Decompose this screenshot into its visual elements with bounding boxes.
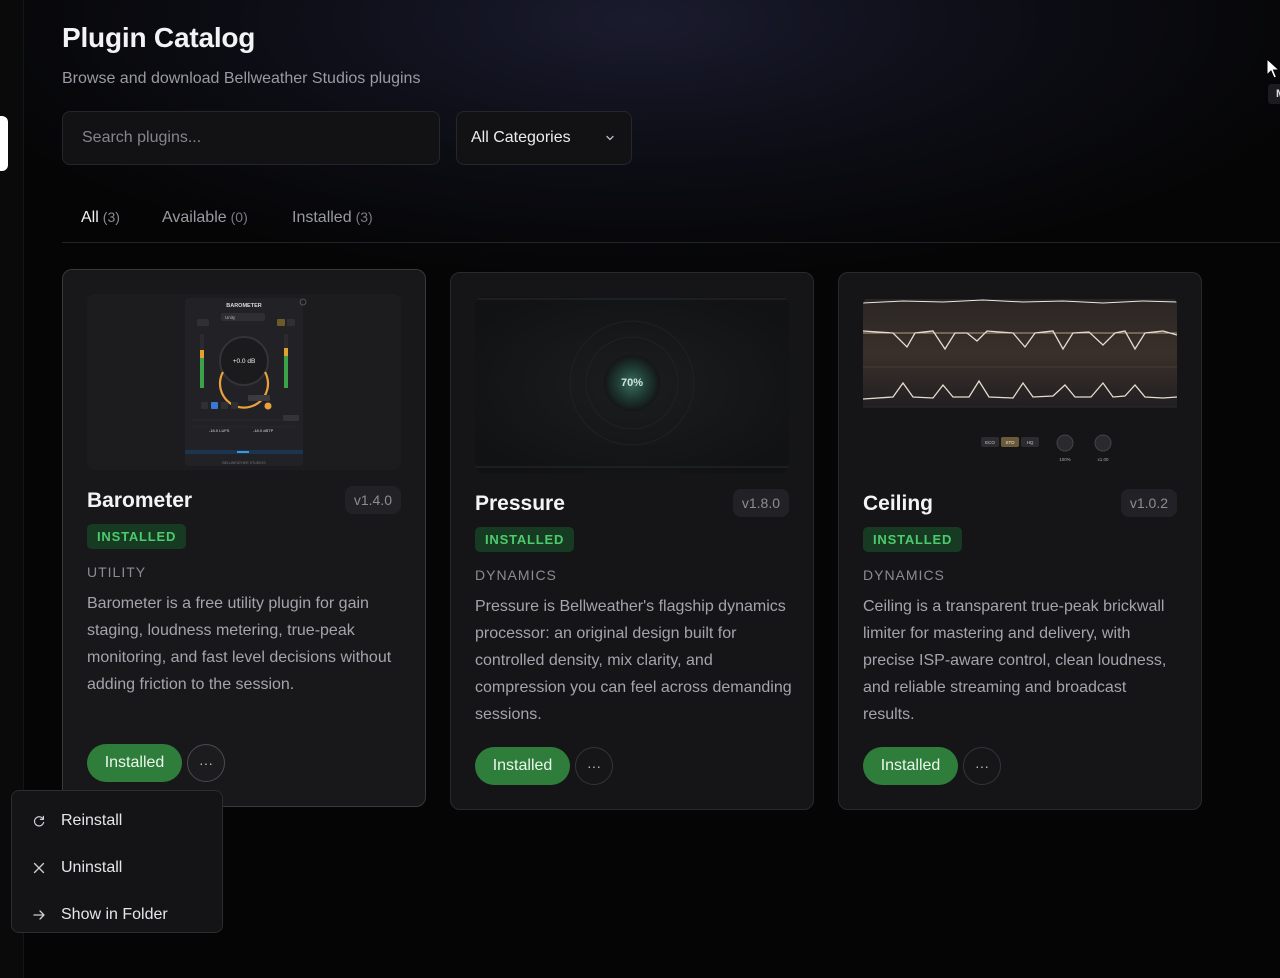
pressure-thumb-readout: 70% <box>621 377 643 389</box>
plugin-name: Barometer <box>87 489 193 512</box>
tab-count: (0) <box>230 209 248 225</box>
tab-all[interactable]: All (3) <box>81 209 120 227</box>
version-badge: v1.8.0 <box>732 489 789 517</box>
installed-button[interactable]: Installed <box>863 747 958 785</box>
plugin-category: DYNAMICS <box>863 567 945 583</box>
barometer-thumb-readout: +0.0 dB <box>233 358 256 365</box>
plugin-name: Pressure <box>475 492 565 515</box>
more-options-button[interactable]: ··· <box>187 744 225 782</box>
barometer-thumb-preset: Unity <box>225 315 236 320</box>
close-icon <box>31 860 47 876</box>
plugin-card-pressure: 70% Pressure v1.8.0 INSTALLED DYNAMICS P… <box>450 272 814 810</box>
pressure-ui-preview: 70% <box>475 297 789 473</box>
menu-item-reinstall[interactable]: Reinstall <box>12 797 222 844</box>
tab-label: Installed <box>292 209 352 226</box>
menu-item-label: Uninstall <box>61 858 123 876</box>
tab-label: All <box>81 209 99 226</box>
installed-button[interactable]: Installed <box>475 747 570 785</box>
page-subtitle: Browse and download Bellweather Studios … <box>62 70 421 87</box>
ceiling-thumb-knob1-value: 100% <box>1059 457 1071 462</box>
plugin-thumbnail: ECO STD HQ 100% x1.00 <box>863 297 1177 473</box>
arrow-right-icon <box>31 907 47 923</box>
installed-button[interactable]: Installed <box>87 744 182 782</box>
plugin-category: DYNAMICS <box>475 567 557 583</box>
plugin-thumbnail: 70% <box>475 297 789 473</box>
context-menu: Reinstall Uninstall Show in Folder <box>11 790 223 933</box>
sidebar-active-indicator[interactable] <box>0 116 8 171</box>
ceiling-ui-preview: ECO STD HQ 100% x1.00 <box>863 297 1177 473</box>
barometer-ui-preview: BAROMETER Unity +0.0 dB -18.0 LUFS -18.0… <box>87 294 401 470</box>
plugin-description: Pressure is Bellweather's flagship dynam… <box>475 598 792 723</box>
search-box[interactable] <box>62 111 440 165</box>
status-badge: INSTALLED <box>475 527 575 552</box>
status-badge: INSTALLED <box>863 527 963 552</box>
barometer-thumb-lufs: -18.0 LUFS <box>209 428 230 433</box>
status-badge: INSTALLED <box>87 524 187 549</box>
chevron-down-icon <box>606 135 614 141</box>
category-select-value: All Categories <box>471 129 571 146</box>
version-badge: v1.0.2 <box>1120 489 1177 517</box>
mouse-cursor-icon <box>1266 58 1280 79</box>
menu-item-uninstall[interactable]: Uninstall <box>12 844 222 891</box>
tab-installed[interactable]: Installed (3) <box>292 209 373 227</box>
ceiling-thumb-knob2-value: x1.00 <box>1097 457 1109 462</box>
menu-item-show-in-folder[interactable]: Show in Folder <box>12 891 222 938</box>
version-badge: v1.4.0 <box>344 486 401 514</box>
tooltip-peek: M <box>1268 84 1280 104</box>
ceiling-thumb-mode-eco: ECO <box>985 440 995 445</box>
menu-item-label: Reinstall <box>61 811 123 829</box>
barometer-thumb-title: BAROMETER <box>226 303 261 309</box>
plugin-card-barometer: BAROMETER Unity +0.0 dB -18.0 LUFS -18.0… <box>62 269 426 807</box>
menu-item-label: Show in Folder <box>61 905 168 923</box>
tab-available[interactable]: Available (0) <box>162 209 248 227</box>
filter-tabs: All (3) Available (0) Installed (3) <box>62 197 1280 243</box>
tab-count: (3) <box>102 209 120 225</box>
barometer-thumb-footer: BELLWEATHER STUDIOS <box>222 461 266 465</box>
category-select[interactable]: All Categories <box>456 111 632 165</box>
plugin-description: Ceiling is a transparent true-peak brick… <box>863 598 1167 723</box>
plugin-name: Ceiling <box>863 492 934 515</box>
plugin-description: Barometer is a free utility plugin for g… <box>87 595 392 693</box>
ceiling-thumb-mode-std: STD <box>1006 440 1016 445</box>
ceiling-thumb-mode-hq: HQ <box>1027 440 1034 445</box>
tab-label: Available <box>162 209 227 226</box>
more-options-button[interactable]: ··· <box>963 747 1001 785</box>
plugin-card-ceiling: ECO STD HQ 100% x1.00 Ceiling v1.0.2 INS… <box>838 272 1202 810</box>
plugin-thumbnail: BAROMETER Unity +0.0 dB -18.0 LUFS -18.0… <box>87 294 401 470</box>
barometer-thumb-dbtp: -18.0 dBTP <box>253 428 274 433</box>
page-title: Plugin Catalog <box>62 22 256 53</box>
plugin-category: UTILITY <box>87 564 147 580</box>
more-options-button[interactable]: ··· <box>575 747 613 785</box>
app-root: Plugin Catalog Browse and download Bellw… <box>0 0 1280 978</box>
search-input[interactable] <box>63 112 439 164</box>
refresh-icon <box>31 813 47 829</box>
tab-count: (3) <box>355 209 373 225</box>
